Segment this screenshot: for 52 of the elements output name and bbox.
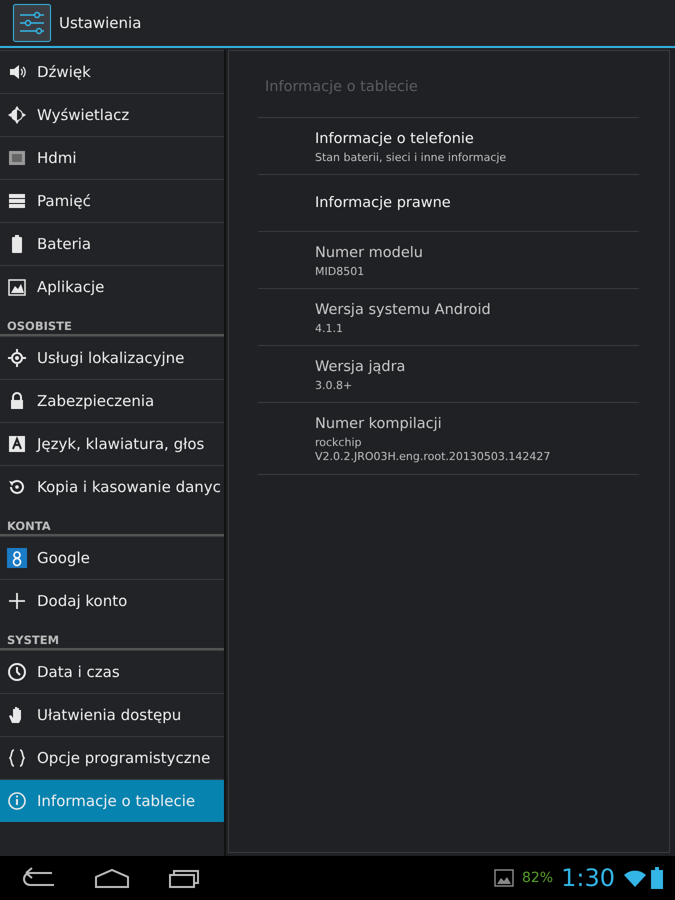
battery-percent: 82% [522, 868, 554, 888]
settings-menu-item[interactable]: Bateria [0, 222, 224, 265]
clock: 1:30 [561, 866, 615, 890]
settings-menu-item[interactable]: Kopia i kasowanie danyc [0, 465, 224, 508]
google-icon [7, 548, 27, 568]
speaker-icon [7, 62, 27, 82]
row-summary: rockchip V2.0.2.JRO03H.eng.root.20130503.142427 [315, 436, 552, 465]
row-title: Wersja systemu Android [315, 301, 492, 320]
section-title: Informacje o tablecie [264, 78, 419, 97]
settings-menu-item[interactable]: Zabezpieczenia [0, 379, 224, 422]
section-header: OSOBISTE [0, 308, 224, 336]
clock-icon [7, 662, 27, 682]
row-title: Numer modelu [315, 244, 424, 264]
settings-menu-item[interactable]: Usługi lokalizacyjne [0, 336, 224, 379]
row-title: Informacje o telefonie [315, 130, 475, 149]
wifi-icon [623, 868, 647, 888]
settings-menu-item[interactable]: Ułatwienia dostępu [0, 693, 224, 736]
braces-icon [7, 748, 27, 768]
row-title: Informacje prawne [315, 194, 451, 214]
row-summary: 3.0.8+ [315, 378, 354, 394]
row-summary: 4.1.1 [315, 322, 344, 336]
app-title: Ustawienia [59, 12, 142, 34]
apps-icon [7, 277, 27, 297]
row-summary: MID8501 [315, 264, 366, 280]
settings-menu-item[interactable]: Dźwięk [0, 50, 224, 93]
location-icon [7, 348, 27, 368]
settings-menu-item[interactable]: Pamięć [0, 179, 224, 222]
preference-row[interactable]: Informacje prawne [258, 174, 639, 232]
settings-menu-item[interactable]: Język, klawiatura, głos [0, 422, 224, 465]
screen-icon [7, 148, 27, 168]
storage-icon [7, 191, 27, 211]
settings-menu-item[interactable]: Google [0, 536, 224, 579]
keyboard-letter-icon [7, 434, 27, 454]
section-header: SYSTEM [0, 622, 224, 650]
settings-menu-item[interactable]: Dodaj konto [0, 579, 224, 622]
brightness-icon [7, 105, 27, 125]
picture-notification-icon [494, 869, 514, 887]
settings-menu-item[interactable]: Informacje o tablecie [0, 779, 224, 822]
row-title: Numer kompilacji [315, 415, 443, 434]
plus-icon [7, 591, 27, 611]
row-summary: Stan baterii, sieci i inne informacje [315, 150, 508, 166]
info-icon [7, 791, 27, 811]
settings-menu-item[interactable]: Aplikacje [0, 265, 224, 308]
row-title: Wersja jądra [315, 358, 406, 378]
preference-row[interactable]: Informacje o telefonie Stan baterii, sieci i inne informacje [258, 117, 639, 174]
settings-menu-item[interactable]: Wyświetlacz [0, 93, 224, 136]
settings-menu-item[interactable]: Hdmi [0, 136, 224, 179]
settings-menu-item[interactable]: Data i czas [0, 650, 224, 693]
battery-icon [651, 867, 663, 889]
settings-app-icon[interactable] [13, 4, 51, 42]
restore-icon [7, 477, 27, 497]
section-header: KONTA [0, 508, 224, 536]
